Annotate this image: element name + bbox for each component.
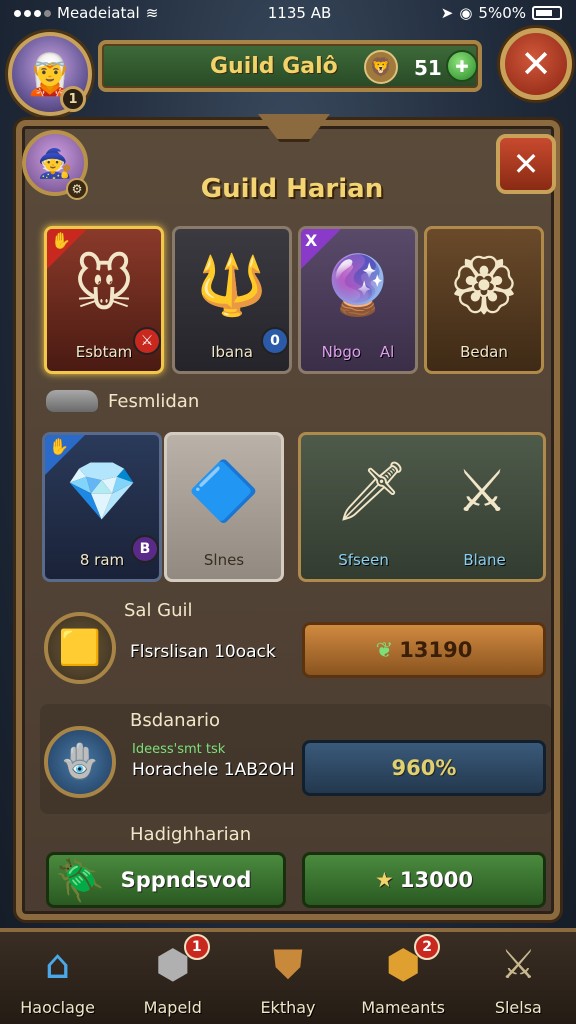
progress-button[interactable]: 960% [302,740,546,796]
claim-button[interactable]: ★ 13000 [302,852,546,908]
item-card[interactable]: X 🔮 Nbgo Al [298,226,418,374]
close-button[interactable]: ✕ [500,28,572,100]
progress-value: 960% [391,756,457,780]
currency-count: 51 [414,56,442,80]
item-label: Esbtam [75,343,133,361]
shield-icon: ⛊ [272,942,303,988]
weapon-card[interactable]: 🗡 ⚔ Sfseen Blane [298,432,546,582]
guild-title: Guild Galô [210,54,338,79]
notification-badge: 2 [414,934,441,960]
nav-label: Mapeld [143,998,202,1017]
leaf-icon: ❦ [375,638,394,662]
signal-icon [14,9,51,17]
staff-icon: 🔱 [195,251,269,319]
reward-value: 13190 [399,638,473,662]
magic-amulet-icon: 🪬 [44,726,116,798]
section-header: Fesmlidan [46,390,199,412]
item-label: Ibana [211,343,253,361]
guild-title-bar: Guild Galô 🦁 51 ✚ [98,40,482,92]
item-label: Bedan [460,343,508,361]
reward-row: Sal Guil 🟨 Flsrslisan 10oack ❦ 13190 [40,596,552,696]
top-header: 🧝 1 Guild Galô 🦁 51 ✚ ✕ [0,26,576,116]
item-label: 8 ram [79,551,125,569]
rat-knight-icon: 🐭 [73,251,135,319]
nav-label: Haoclage [20,998,95,1017]
row-title: Sal Guil [124,600,193,621]
carrier-name: Meadeiatal [57,4,140,22]
nav-item-home[interactable]: ⌂ Haoclage [3,936,113,1024]
item-badge: Al [379,343,395,361]
item-card[interactable]: ✋ 💎 B 8 ram [42,432,162,582]
gold-cube-icon: 🟨 [44,612,116,684]
panel-title: Guild Harian [200,174,384,204]
star-icon: ★ [375,868,394,892]
weapon-label-left: Sfseen [338,551,389,569]
notification-badge: 1 [183,934,210,960]
nav-label: Mameants [361,998,445,1017]
nav-label: Slelsa [494,998,542,1017]
alarm-icon: ◉ [459,4,473,22]
battery-icon [532,6,562,20]
panel-close-button[interactable]: ✕ [496,134,556,194]
bottom-nav: ⌂ Haoclage ⬢ 1 Mapeld ⛊ Ekthay ⬢ 2 Mamea… [0,928,576,1024]
item-label: Nbgo [321,343,362,361]
row-description: Horachele 1AB2OH [132,760,295,780]
amulet-icon: 🏵 [447,251,521,319]
item-card[interactable]: ✋ 🐭 ⚔ Esbtam [44,226,164,374]
avatar-level-badge: 1 [60,86,86,112]
location-icon: ➤ [440,4,454,22]
reward-button[interactable]: ❦ 13190 [302,622,546,678]
reward-row: Bsdanario 🪬 Ideess'smt tsk Horachele 1AB… [40,704,552,814]
row-description: Flsrslisan 10oack [130,642,276,662]
row-subtitle: Ideess'smt tsk [132,742,226,757]
guild-panel: 🧙 ⚙ Guild Harian ✕ ✋ 🐭 ⚔ Esbtam 🔱 0 Iban… [16,114,560,920]
wifi-icon: ≋ [145,4,159,22]
battery-percent: 5%0% [478,4,526,22]
add-gem-button[interactable]: ✚ [446,50,478,82]
lion-crest-icon: 🦁 [364,50,398,84]
status-time: 1135 AB [267,4,332,22]
nav-label: Ekthay [260,998,316,1017]
crystal-icon: 🔷 [187,457,261,525]
orb-icon: 🔮 [321,251,395,319]
gear-icon: ⚙ [66,178,88,200]
reward-row: Hadighharian Sppndsvod 🪲 ★ 13000 [40,820,552,920]
nav-item-center[interactable]: ⛊ Ekthay [233,936,343,1024]
swords-icon: ⚔ [500,942,537,988]
panel-crest [258,114,330,142]
item-label: Slnes [203,551,245,569]
row-title: Hadighharian [130,824,252,845]
nav-item-battle[interactable]: ⚔ Slelsa [463,936,573,1024]
item-card[interactable]: 🏵 Bedan [424,226,544,374]
section-label: Fesmlidan [108,390,200,412]
item-card[interactable]: 🔱 0 Ibana [172,226,292,374]
nav-item-chest[interactable]: ⬢ 2 Mameants [348,934,458,1024]
sword-icon: ⚔ [456,457,508,525]
claim-value: 13000 [399,868,473,892]
scarab-icon: 🪲 [55,857,105,904]
stone-icon [46,390,98,412]
speed-label: Sppndsvod [120,868,252,892]
nav-item-map[interactable]: ⬢ 1 Mapeld [118,934,228,1024]
row-title: Bsdanario [130,710,221,731]
weapon-label-right: Blane [463,551,506,569]
status-bar: Meadeiatal ≋ 1135 AB ➤ ◉ 5%0% [0,0,576,26]
item-card[interactable]: 🔷 Slnes [164,432,284,582]
home-icon: ⌂ [44,942,71,988]
crystal-staff-icon: 💎 [65,457,139,525]
